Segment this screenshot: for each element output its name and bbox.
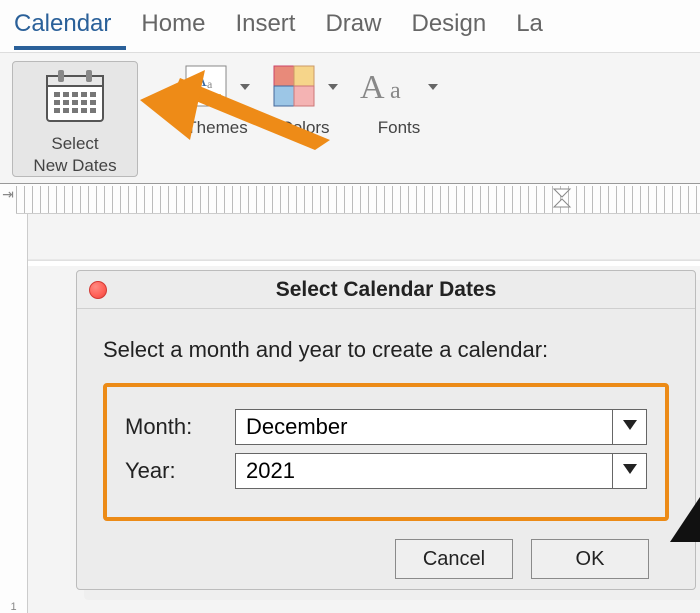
select-new-dates-button[interactable]: Select New Dates bbox=[12, 61, 138, 177]
close-icon[interactable] bbox=[89, 281, 107, 299]
tab-home[interactable]: Home bbox=[141, 10, 205, 48]
fonts-button[interactable]: A a Fonts bbox=[358, 61, 440, 138]
fonts-icon: A a bbox=[358, 62, 418, 115]
vertical-ruler-tick: 1 bbox=[10, 533, 16, 613]
month-label: Month: bbox=[125, 414, 235, 440]
calendar-icon bbox=[44, 68, 106, 133]
tab-calendar[interactable]: Calendar bbox=[14, 10, 111, 48]
colors-button[interactable]: Colors bbox=[270, 61, 340, 138]
year-input[interactable] bbox=[236, 454, 612, 488]
cancel-button[interactable]: Cancel bbox=[395, 539, 513, 579]
vertical-ruler: 1 bbox=[0, 214, 28, 613]
month-input[interactable] bbox=[236, 410, 612, 444]
active-tab-indicator bbox=[14, 46, 126, 50]
svg-text:a: a bbox=[207, 77, 213, 91]
month-dropdown-button[interactable] bbox=[612, 410, 646, 444]
chevron-down-icon bbox=[622, 462, 638, 480]
svg-text:a: a bbox=[390, 78, 401, 104]
tab-layout-cutoff[interactable]: La bbox=[516, 10, 543, 48]
dialog-title: Select Calendar Dates bbox=[276, 278, 497, 302]
tab-draw[interactable]: Draw bbox=[325, 10, 381, 48]
year-label: Year: bbox=[125, 458, 235, 484]
colors-label: Colors bbox=[280, 117, 329, 138]
themes-icon: A a bbox=[182, 62, 230, 115]
select-new-dates-label-line1: Select bbox=[51, 133, 98, 154]
themes-label: Themes bbox=[186, 117, 247, 138]
fonts-label: Fonts bbox=[378, 117, 421, 138]
chevron-down-icon bbox=[418, 78, 440, 99]
svg-text:A: A bbox=[194, 70, 207, 90]
chevron-down-icon bbox=[230, 78, 252, 99]
ribbon-body: Select New Dates A a Themes bbox=[0, 52, 700, 184]
themes-button[interactable]: A a Themes bbox=[182, 61, 252, 138]
page-corner-graphic bbox=[670, 482, 700, 542]
ribbon-tabs: Calendar Home Insert Draw Design La bbox=[0, 0, 700, 48]
select-calendar-dates-dialog: Select Calendar Dates Select a month and… bbox=[76, 270, 696, 590]
colors-icon bbox=[270, 62, 318, 115]
svg-text:A: A bbox=[360, 69, 385, 106]
dialog-titlebar: Select Calendar Dates bbox=[77, 271, 695, 309]
year-combobox[interactable] bbox=[235, 453, 647, 489]
form-highlight-box: Month: Year: bbox=[103, 383, 669, 521]
select-new-dates-label-line2: New Dates bbox=[33, 155, 116, 176]
chevron-down-icon bbox=[318, 78, 340, 99]
tab-design[interactable]: Design bbox=[411, 10, 486, 48]
month-combobox[interactable] bbox=[235, 409, 647, 445]
ok-button[interactable]: OK bbox=[531, 539, 649, 579]
year-dropdown-button[interactable] bbox=[612, 454, 646, 488]
page-edge bbox=[28, 260, 700, 266]
indent-marker-icon[interactable] bbox=[548, 185, 576, 209]
tab-insert[interactable]: Insert bbox=[235, 10, 295, 48]
ruler-corner: ⇥ bbox=[0, 186, 16, 208]
horizontal-ruler bbox=[16, 186, 700, 214]
dialog-instruction: Select a month and year to create a cale… bbox=[103, 337, 669, 363]
chevron-down-icon bbox=[622, 418, 638, 436]
